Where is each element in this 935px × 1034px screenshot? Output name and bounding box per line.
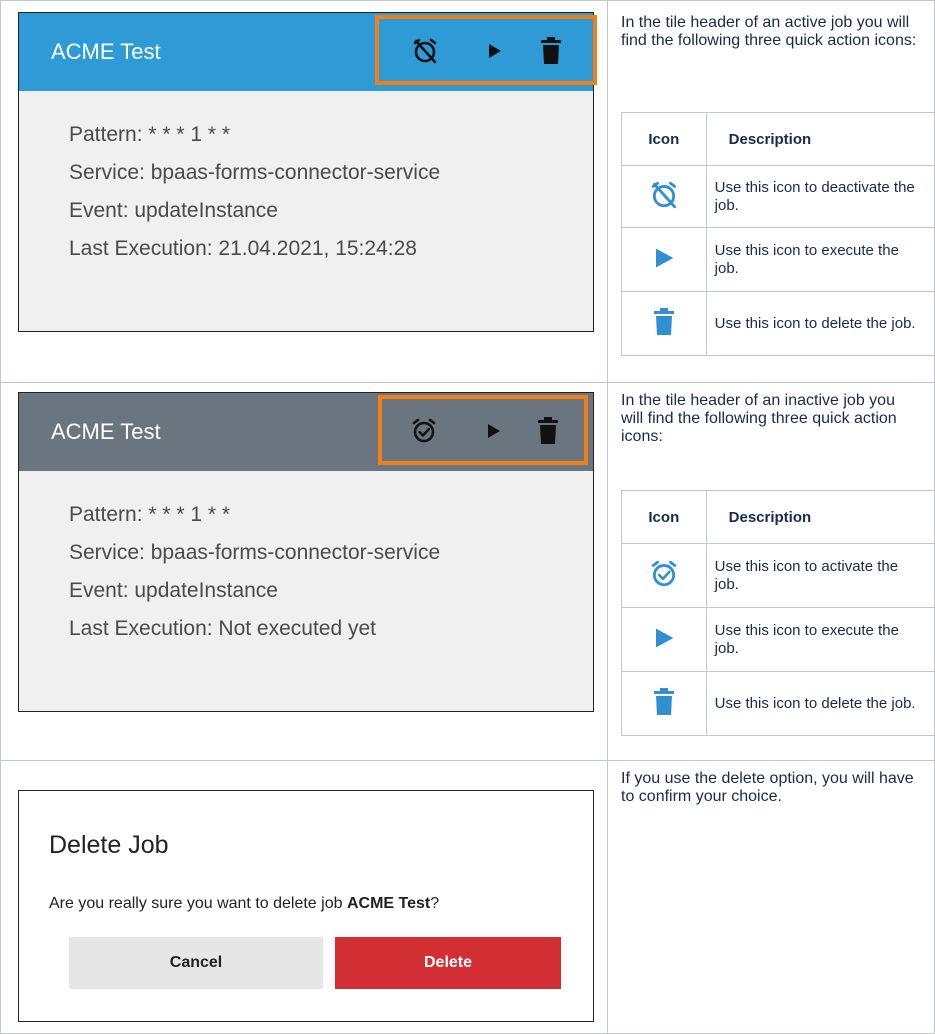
delete-job-dialog: Delete Job Are you really sure you want … [18,790,594,1022]
trash-icon[interactable] [534,417,562,445]
play-icon[interactable] [481,37,509,65]
alarm-off-icon [649,181,679,214]
dialog-message: Are you really sure you want to delete j… [49,895,439,913]
last-execution-text: Last Execution: Not executed yet [69,617,377,640]
tile-header: ACME Test [19,13,597,91]
event-text: Event: updateInstance [69,199,278,222]
description-column-header: Description [705,490,935,544]
dialog-message-prefix: Are you really sure you want to delete j… [49,895,347,912]
delete-description: If you use the delete option, you will h… [621,770,914,805]
alarm-check-icon [649,560,679,593]
play-icon [652,628,676,654]
row-description: Use this icon to execute the job. [705,607,935,672]
row-description: Use this icon to deactivate the job. [705,165,935,228]
dialog-title: Delete Job [49,831,169,859]
play-icon[interactable] [480,417,508,445]
tile-body: Pattern: * * * 1 * * Service: bpaas-form… [19,91,593,273]
table-row: Use this icon to activate the job. [621,543,935,608]
last-execution-text: Last Execution: 21.04.2021, 15:24:28 [69,237,417,260]
pattern-text: Pattern: * * * 1 * * [69,123,231,146]
row-description: Use this icon to delete the job. [705,671,935,736]
tile-title: ACME Test [51,419,161,444]
row-divider [0,760,935,761]
table-row: Use this icon to execute the job. [621,227,935,292]
row-description: Use this icon to activate the job. [705,543,935,608]
alarm-off-icon[interactable] [411,37,439,65]
cancel-button[interactable]: Cancel [69,937,323,989]
quick-actions-highlight [375,15,597,85]
table-row: Use this icon to execute the job. [621,607,935,672]
active-job-description: In the tile header of an active job you … [621,14,917,49]
active-job-tile: ACME Test Pattern: * * * 1 * * Service: … [18,12,597,332]
pattern-text: Pattern: * * * 1 * * [69,503,231,526]
trash-icon[interactable] [537,37,565,65]
table-row: Use this icon to delete the job. [621,671,935,736]
inactive-icons-table: Icon Description Use this icon to activa… [621,490,935,736]
alarm-check-icon[interactable] [410,417,438,445]
trash-icon [653,307,675,341]
trash-icon [653,687,675,721]
inactive-job-tile: ACME Test Pattern: * * * 1 * * Service: … [18,392,594,712]
column-divider [607,0,608,1034]
row-description: Use this icon to execute the job. [705,227,935,292]
tile-body: Pattern: * * * 1 * * Service: bpaas-form… [19,471,593,653]
description-column-header: Description [705,112,935,166]
delete-button[interactable]: Delete [335,937,561,989]
active-icons-table: Icon Description Use this icon to deacti… [621,112,935,356]
row-divider [0,382,935,383]
icon-column-header: Icon [621,112,707,166]
inactive-job-description: In the tile header of an inactive job yo… [621,392,897,445]
dialog-message-suffix: ? [430,895,440,912]
table-row: Use this icon to deactivate the job. [621,165,935,228]
row-description: Use this icon to delete the job. [705,291,935,356]
tile-header: ACME Test [19,393,593,471]
play-icon [652,248,676,274]
service-text: Service: bpaas-forms-connector-service [69,161,441,184]
dialog-job-name: ACME Test [346,895,431,912]
tile-title: ACME Test [51,39,161,64]
quick-actions-highlight [378,395,588,465]
service-text: Service: bpaas-forms-connector-service [69,541,441,564]
table-row: Use this icon to delete the job. [621,291,935,356]
icon-column-header: Icon [621,490,707,544]
event-text: Event: updateInstance [69,579,278,602]
